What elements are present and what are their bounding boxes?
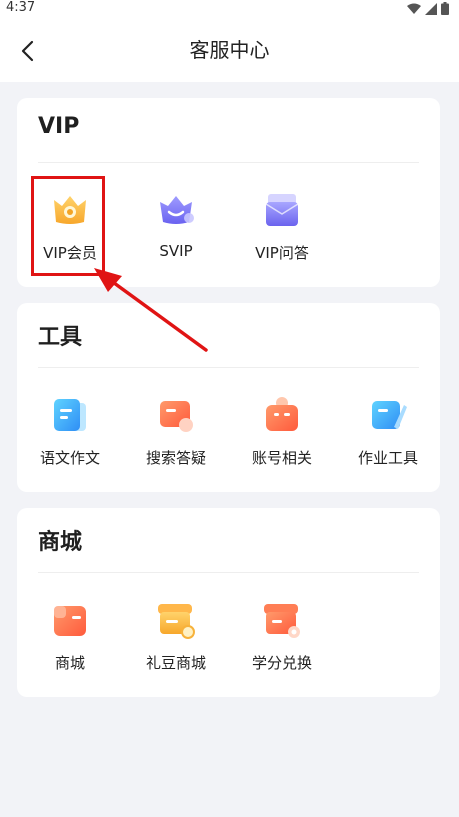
section-title-vip: VIP	[38, 114, 80, 139]
item-label: 学分兑换	[251, 654, 312, 672]
document-icon	[54, 399, 86, 431]
tools-section-card: 工具 语文作文 搜索答疑 账号相关 作业工具	[17, 303, 440, 492]
navigation-bar: 客服中心	[0, 28, 459, 72]
credit-exchange-item[interactable]: 学分兑换	[230, 600, 334, 673]
envelope-icon	[265, 194, 299, 226]
status-bar: 4:37	[0, 0, 459, 18]
item-label: 语文作文	[39, 449, 100, 467]
top-bar: 4:37 客服中心	[0, 0, 459, 82]
signal-icon	[425, 2, 437, 15]
item-label: 礼豆商城	[145, 654, 206, 672]
item-label: 搜索答疑	[145, 449, 206, 467]
store-icon	[158, 604, 195, 639]
section-title-tools: 工具	[38, 325, 83, 350]
divider	[38, 162, 419, 163]
annotation-arrow-icon	[94, 268, 208, 352]
exchange-store-icon	[264, 604, 300, 638]
svip-item[interactable]: SVIP	[124, 190, 228, 260]
wifi-icon	[407, 3, 421, 14]
shopping-bag-icon	[54, 606, 86, 636]
item-label: VIP问答	[255, 244, 309, 262]
mall-section-card: 商城 商城 礼豆商城 学分兑换	[17, 508, 440, 697]
divider	[38, 367, 419, 368]
homework-tools-item[interactable]: 作业工具	[336, 395, 440, 468]
page-title: 客服中心	[189, 38, 270, 62]
item-label: 作业工具	[357, 449, 418, 467]
item-label: SVIP	[159, 242, 193, 260]
item-label: 商城	[54, 654, 85, 672]
section-title-mall: 商城	[38, 530, 83, 555]
bean-mall-item[interactable]: 礼豆商城	[124, 600, 228, 673]
highlight-box	[31, 176, 105, 276]
account-item[interactable]: 账号相关	[230, 395, 334, 468]
battery-icon	[441, 2, 449, 15]
item-label: 账号相关	[251, 449, 312, 467]
status-time: 4:37	[6, 0, 36, 15]
divider	[38, 572, 419, 573]
vip-qa-item[interactable]: VIP问答	[230, 190, 334, 263]
pencil-card-icon	[372, 401, 407, 429]
mall-item[interactable]: 商城	[18, 600, 122, 673]
chinese-composition-item[interactable]: 语文作文	[18, 395, 122, 468]
search-answer-item[interactable]: 搜索答疑	[124, 395, 228, 468]
account-box-icon	[266, 397, 298, 431]
svip-crown-icon	[160, 196, 194, 224]
question-card-icon	[160, 401, 193, 432]
